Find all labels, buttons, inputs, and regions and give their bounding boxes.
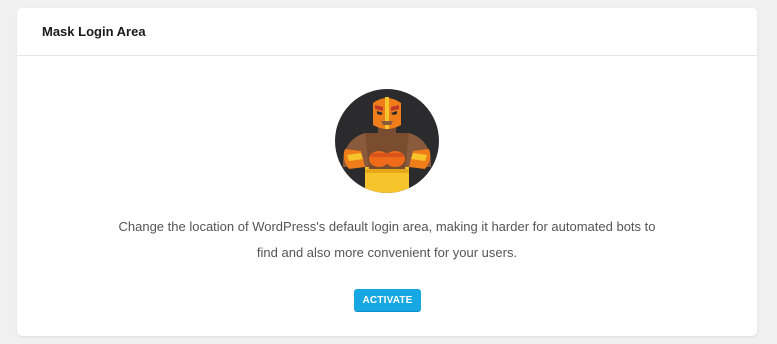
activate-button[interactable]: ACTIVATE	[354, 289, 421, 311]
card-title: Mask Login Area	[42, 24, 146, 39]
card-header: Mask Login Area	[17, 8, 757, 56]
description-line-1: Change the location of WordPress's defau…	[118, 219, 656, 234]
mask-login-card: Mask Login Area Change the location of W…	[17, 8, 757, 336]
masked-wrestler-icon	[335, 89, 439, 193]
card-body: Change the location of WordPress's defau…	[17, 56, 757, 336]
description-line-2: find and also more convenient for your u…	[256, 245, 518, 260]
feature-description: Change the location of WordPress's defau…	[17, 214, 757, 266]
